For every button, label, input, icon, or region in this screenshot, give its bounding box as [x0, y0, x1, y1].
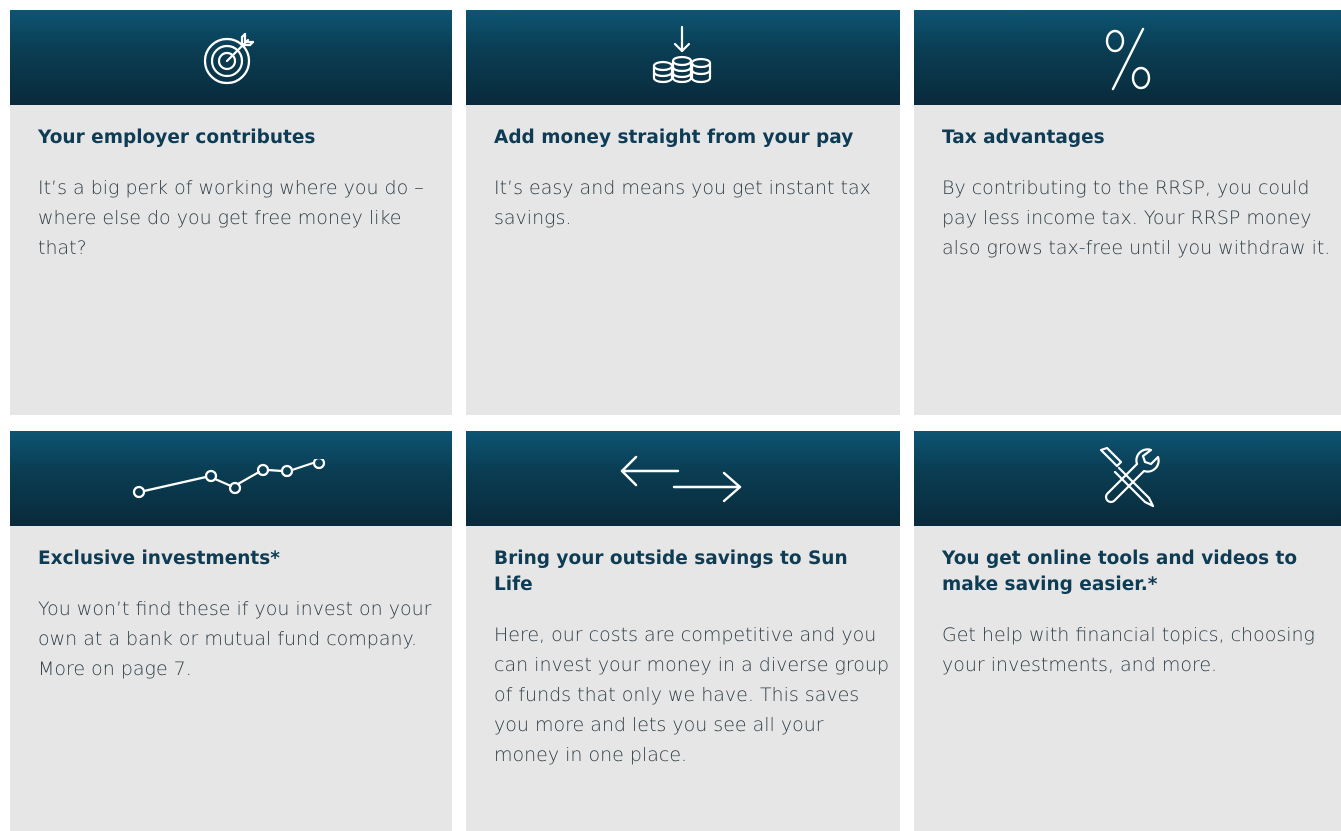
card-text: You won’t find these if you invest on yo…	[38, 598, 432, 680]
card-tax-advantages: Tax advantages By contributing to the RR…	[914, 10, 1341, 415]
card-body: Exclusive investments* You won’t find th…	[10, 526, 452, 831]
card-employer-contributes: Your employer contributes It’s a big per…	[10, 10, 452, 415]
card-title: You get online tools and videos to make …	[942, 548, 1298, 595]
card-header	[10, 10, 452, 105]
card-header	[914, 10, 1341, 105]
card-body: Add money straight from your pay It’s ea…	[466, 105, 900, 415]
card-body: You get online tools and videos to make …	[914, 526, 1341, 831]
card-title: Bring your outside savings to Sun Life	[494, 548, 848, 595]
card-text: It’s a big perk of working where you do …	[38, 177, 424, 259]
card-header	[914, 431, 1341, 526]
target-icon	[203, 32, 255, 84]
trend-line-icon	[132, 458, 326, 498]
percent-icon	[1105, 27, 1150, 90]
card-title: Tax advantages	[942, 127, 1105, 148]
coins-deposit-icon	[652, 25, 712, 83]
card-body: Your employer contributes It’s a big per…	[10, 105, 452, 415]
card-title: Exclusive investments*	[38, 548, 280, 569]
card-text: Here, our costs are competitive and you …	[494, 624, 890, 766]
card-bring-savings: Bring your outside savings to Sun Life H…	[466, 431, 900, 831]
transfer-arrows-icon	[620, 455, 742, 502]
card-exclusive-investments: Exclusive investments* You won’t find th…	[10, 431, 452, 831]
card-body: Bring your outside savings to Sun Life H…	[466, 526, 900, 831]
card-text: By contributing to the RRSP, you could p…	[942, 177, 1331, 259]
card-header	[10, 431, 452, 526]
card-body: Tax advantages By contributing to the RR…	[914, 105, 1341, 415]
card-header	[466, 431, 900, 526]
card-online-tools: You get online tools and videos to make …	[914, 431, 1341, 831]
card-text: It’s easy and means you get instant tax …	[494, 177, 871, 229]
card-title: Your employer contributes	[38, 127, 316, 148]
card-header	[466, 10, 900, 105]
card-text: Get help with financial topics, choosing…	[942, 624, 1315, 676]
tools-icon	[1099, 446, 1160, 507]
card-add-money: Add money straight from your pay It’s ea…	[466, 10, 900, 415]
card-title: Add money straight from your pay	[494, 127, 854, 148]
